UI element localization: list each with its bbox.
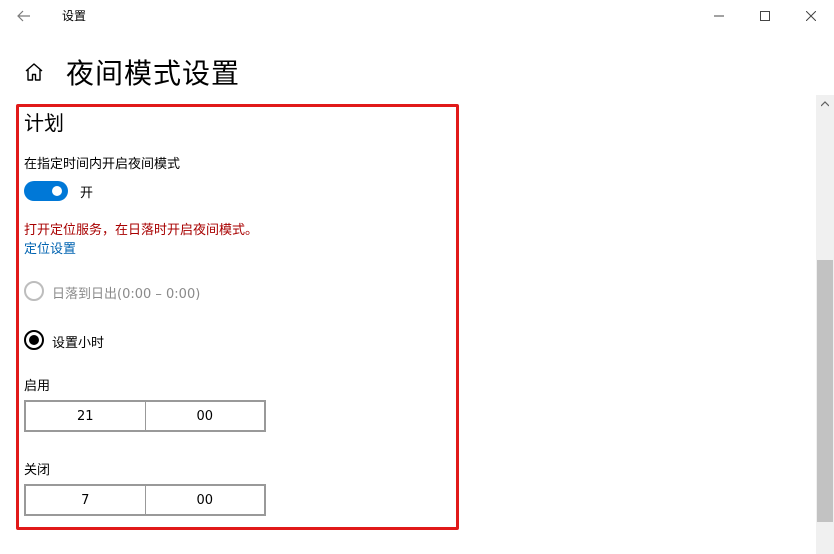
page-title: 夜间模式设置: [66, 57, 241, 90]
title-bar: 设置: [0, 0, 834, 32]
maximize-icon: [760, 11, 770, 21]
scroll-up-icon: [821, 101, 829, 107]
maximize-button[interactable]: [742, 0, 788, 32]
minimize-button[interactable]: [696, 0, 742, 32]
scrollbar[interactable]: [816, 95, 834, 554]
close-icon: [806, 11, 816, 21]
scroll-thumb[interactable]: [817, 260, 833, 522]
back-arrow-icon: [17, 10, 30, 22]
back-button[interactable]: [8, 2, 40, 30]
home-icon[interactable]: [22, 60, 46, 84]
scroll-up-button[interactable]: [816, 95, 834, 113]
minimize-icon: [714, 15, 724, 17]
highlight-frame: [16, 104, 459, 530]
app-title: 设置: [62, 9, 87, 23]
close-button[interactable]: [788, 0, 834, 32]
